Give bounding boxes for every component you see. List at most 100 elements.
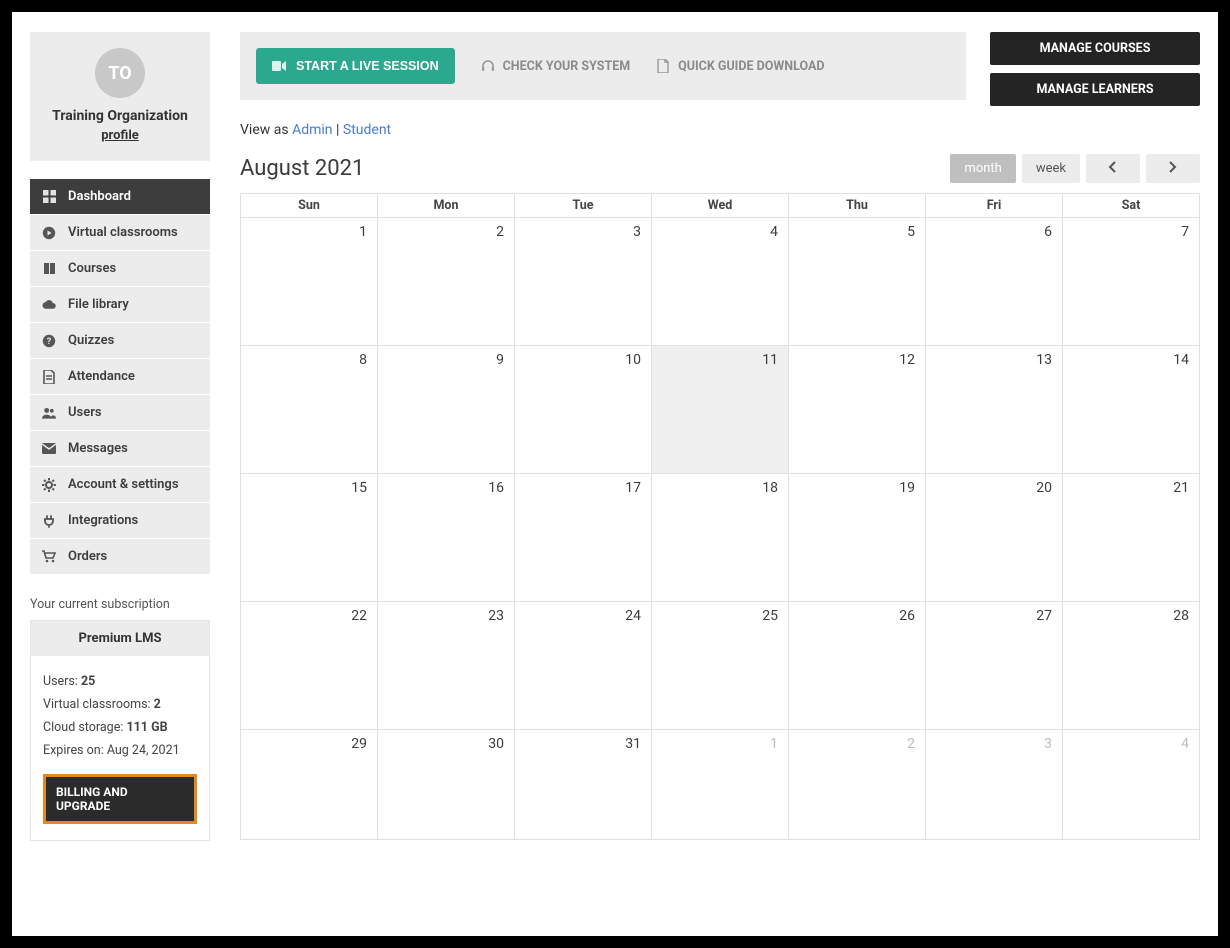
- calendar-month-button[interactable]: month: [950, 154, 1015, 183]
- subscription-expires: Expires on: Aug 24, 2021: [43, 743, 197, 758]
- check-system-link[interactable]: CHECK YOUR SYSTEM: [481, 59, 631, 74]
- calendar-cell[interactable]: 25: [652, 602, 789, 730]
- calendar-cell[interactable]: 17: [515, 474, 652, 602]
- calendar-cell[interactable]: 5: [789, 218, 926, 346]
- grid-icon: [42, 190, 56, 204]
- calendar-cell[interactable]: 1: [241, 218, 378, 346]
- view-as-admin-link[interactable]: Admin: [292, 122, 332, 138]
- calendar-cell[interactable]: 30: [378, 730, 515, 840]
- profile-link[interactable]: profile: [38, 128, 202, 143]
- calendar-cell[interactable]: 10: [515, 346, 652, 474]
- manage-learners-button[interactable]: MANAGE LEARNERS: [990, 73, 1200, 106]
- chevron-left-icon: [1108, 161, 1118, 173]
- calendar-date-number: 3: [633, 224, 641, 240]
- calendar-header: August 2021 month week: [240, 154, 1200, 183]
- calendar-date-number: 9: [496, 352, 504, 368]
- calendar-day-header: Sun: [241, 194, 378, 218]
- sidebar-item-label: Users: [68, 405, 102, 420]
- calendar-cell[interactable]: 20: [926, 474, 1063, 602]
- manage-courses-button[interactable]: MANAGE COURSES: [990, 32, 1200, 65]
- calendar: SunMonTueWedThuFriSat1234567891011121314…: [240, 193, 1200, 840]
- video-icon: [272, 59, 286, 73]
- calendar-cell[interactable]: 3: [926, 730, 1063, 840]
- question-icon: ?: [42, 334, 56, 348]
- calendar-cell[interactable]: 3: [515, 218, 652, 346]
- calendar-day-header: Wed: [652, 194, 789, 218]
- sidebar-item-dashboard[interactable]: Dashboard: [30, 179, 210, 215]
- calendar-cell[interactable]: 4: [1063, 730, 1200, 840]
- calendar-day-header: Sat: [1063, 194, 1200, 218]
- sidebar-item-courses[interactable]: Courses: [30, 251, 210, 287]
- calendar-cell[interactable]: 14: [1063, 346, 1200, 474]
- calendar-cell[interactable]: 12: [789, 346, 926, 474]
- play-circle-icon: [42, 226, 56, 240]
- sidebar-item-quizzes[interactable]: ?Quizzes: [30, 323, 210, 359]
- calendar-cell[interactable]: 9: [378, 346, 515, 474]
- calendar-date-number: 14: [1173, 352, 1189, 368]
- sidebar-item-users[interactable]: Users: [30, 395, 210, 431]
- sidebar-item-integrations[interactable]: Integrations: [30, 503, 210, 539]
- users-icon: [42, 406, 56, 420]
- sidebar-item-label: Integrations: [68, 513, 138, 528]
- calendar-date-number: 4: [1181, 736, 1189, 752]
- calendar-date-number: 3: [1044, 736, 1052, 752]
- calendar-date-number: 6: [1044, 224, 1052, 240]
- calendar-cell[interactable]: 18: [652, 474, 789, 602]
- calendar-cell[interactable]: 13: [926, 346, 1063, 474]
- calendar-date-number: 1: [770, 736, 778, 752]
- calendar-date-number: 1: [359, 224, 367, 240]
- calendar-cell[interactable]: 28: [1063, 602, 1200, 730]
- calendar-date-number: 25: [762, 608, 778, 624]
- sidebar-item-account-settings[interactable]: Account & settings: [30, 467, 210, 503]
- calendar-cell[interactable]: 24: [515, 602, 652, 730]
- start-live-session-button[interactable]: START A LIVE SESSION: [256, 48, 455, 84]
- calendar-cell[interactable]: 29: [241, 730, 378, 840]
- calendar-date-number: 30: [488, 736, 504, 752]
- sidebar-item-messages[interactable]: Messages: [30, 431, 210, 467]
- calendar-cell[interactable]: 26: [789, 602, 926, 730]
- calendar-date-number: 28: [1173, 608, 1189, 624]
- calendar-cell[interactable]: 21: [1063, 474, 1200, 602]
- calendar-date-number: 19: [899, 480, 915, 496]
- calendar-cell[interactable]: 19: [789, 474, 926, 602]
- org-name: Training Organization: [38, 108, 202, 124]
- calendar-cell[interactable]: 22: [241, 602, 378, 730]
- calendar-cell[interactable]: 15: [241, 474, 378, 602]
- calendar-date-number: 2: [907, 736, 915, 752]
- calendar-date-number: 21: [1173, 480, 1189, 496]
- calendar-date-number: 11: [762, 352, 778, 368]
- calendar-prev-button[interactable]: [1086, 154, 1140, 183]
- calendar-cell[interactable]: 11: [652, 346, 789, 474]
- calendar-next-button[interactable]: [1146, 154, 1200, 183]
- calendar-cell[interactable]: 7: [1063, 218, 1200, 346]
- calendar-date-number: 24: [625, 608, 641, 624]
- avatar: TO: [95, 48, 145, 98]
- calendar-cell[interactable]: 31: [515, 730, 652, 840]
- sidebar-item-attendance[interactable]: Attendance: [30, 359, 210, 395]
- calendar-date-number: 29: [351, 736, 367, 752]
- calendar-date-number: 16: [488, 480, 504, 496]
- sidebar-item-file-library[interactable]: File library: [30, 287, 210, 323]
- calendar-cell[interactable]: 1: [652, 730, 789, 840]
- quick-guide-link[interactable]: QUICK GUIDE DOWNLOAD: [656, 59, 824, 74]
- sidebar-item-virtual-classrooms[interactable]: Virtual classrooms: [30, 215, 210, 251]
- calendar-cell[interactable]: 2: [789, 730, 926, 840]
- calendar-day-header: Fri: [926, 194, 1063, 218]
- view-as-student-link[interactable]: Student: [343, 122, 391, 138]
- view-as: View as Admin | Student: [240, 122, 1200, 138]
- calendar-cell[interactable]: 23: [378, 602, 515, 730]
- calendar-date-number: 31: [625, 736, 641, 752]
- calendar-date-number: 26: [899, 608, 915, 624]
- calendar-cell[interactable]: 8: [241, 346, 378, 474]
- plug-icon: [42, 514, 56, 528]
- subscription-users: Users: 25: [43, 674, 197, 689]
- calendar-cell[interactable]: 2: [378, 218, 515, 346]
- calendar-cell[interactable]: 16: [378, 474, 515, 602]
- calendar-cell[interactable]: 27: [926, 602, 1063, 730]
- calendar-title: August 2021: [240, 156, 364, 181]
- sidebar-item-orders[interactable]: Orders: [30, 539, 210, 575]
- billing-upgrade-button[interactable]: BILLING AND UPGRADE: [43, 774, 197, 824]
- calendar-cell[interactable]: 6: [926, 218, 1063, 346]
- calendar-cell[interactable]: 4: [652, 218, 789, 346]
- calendar-week-button[interactable]: week: [1022, 154, 1080, 183]
